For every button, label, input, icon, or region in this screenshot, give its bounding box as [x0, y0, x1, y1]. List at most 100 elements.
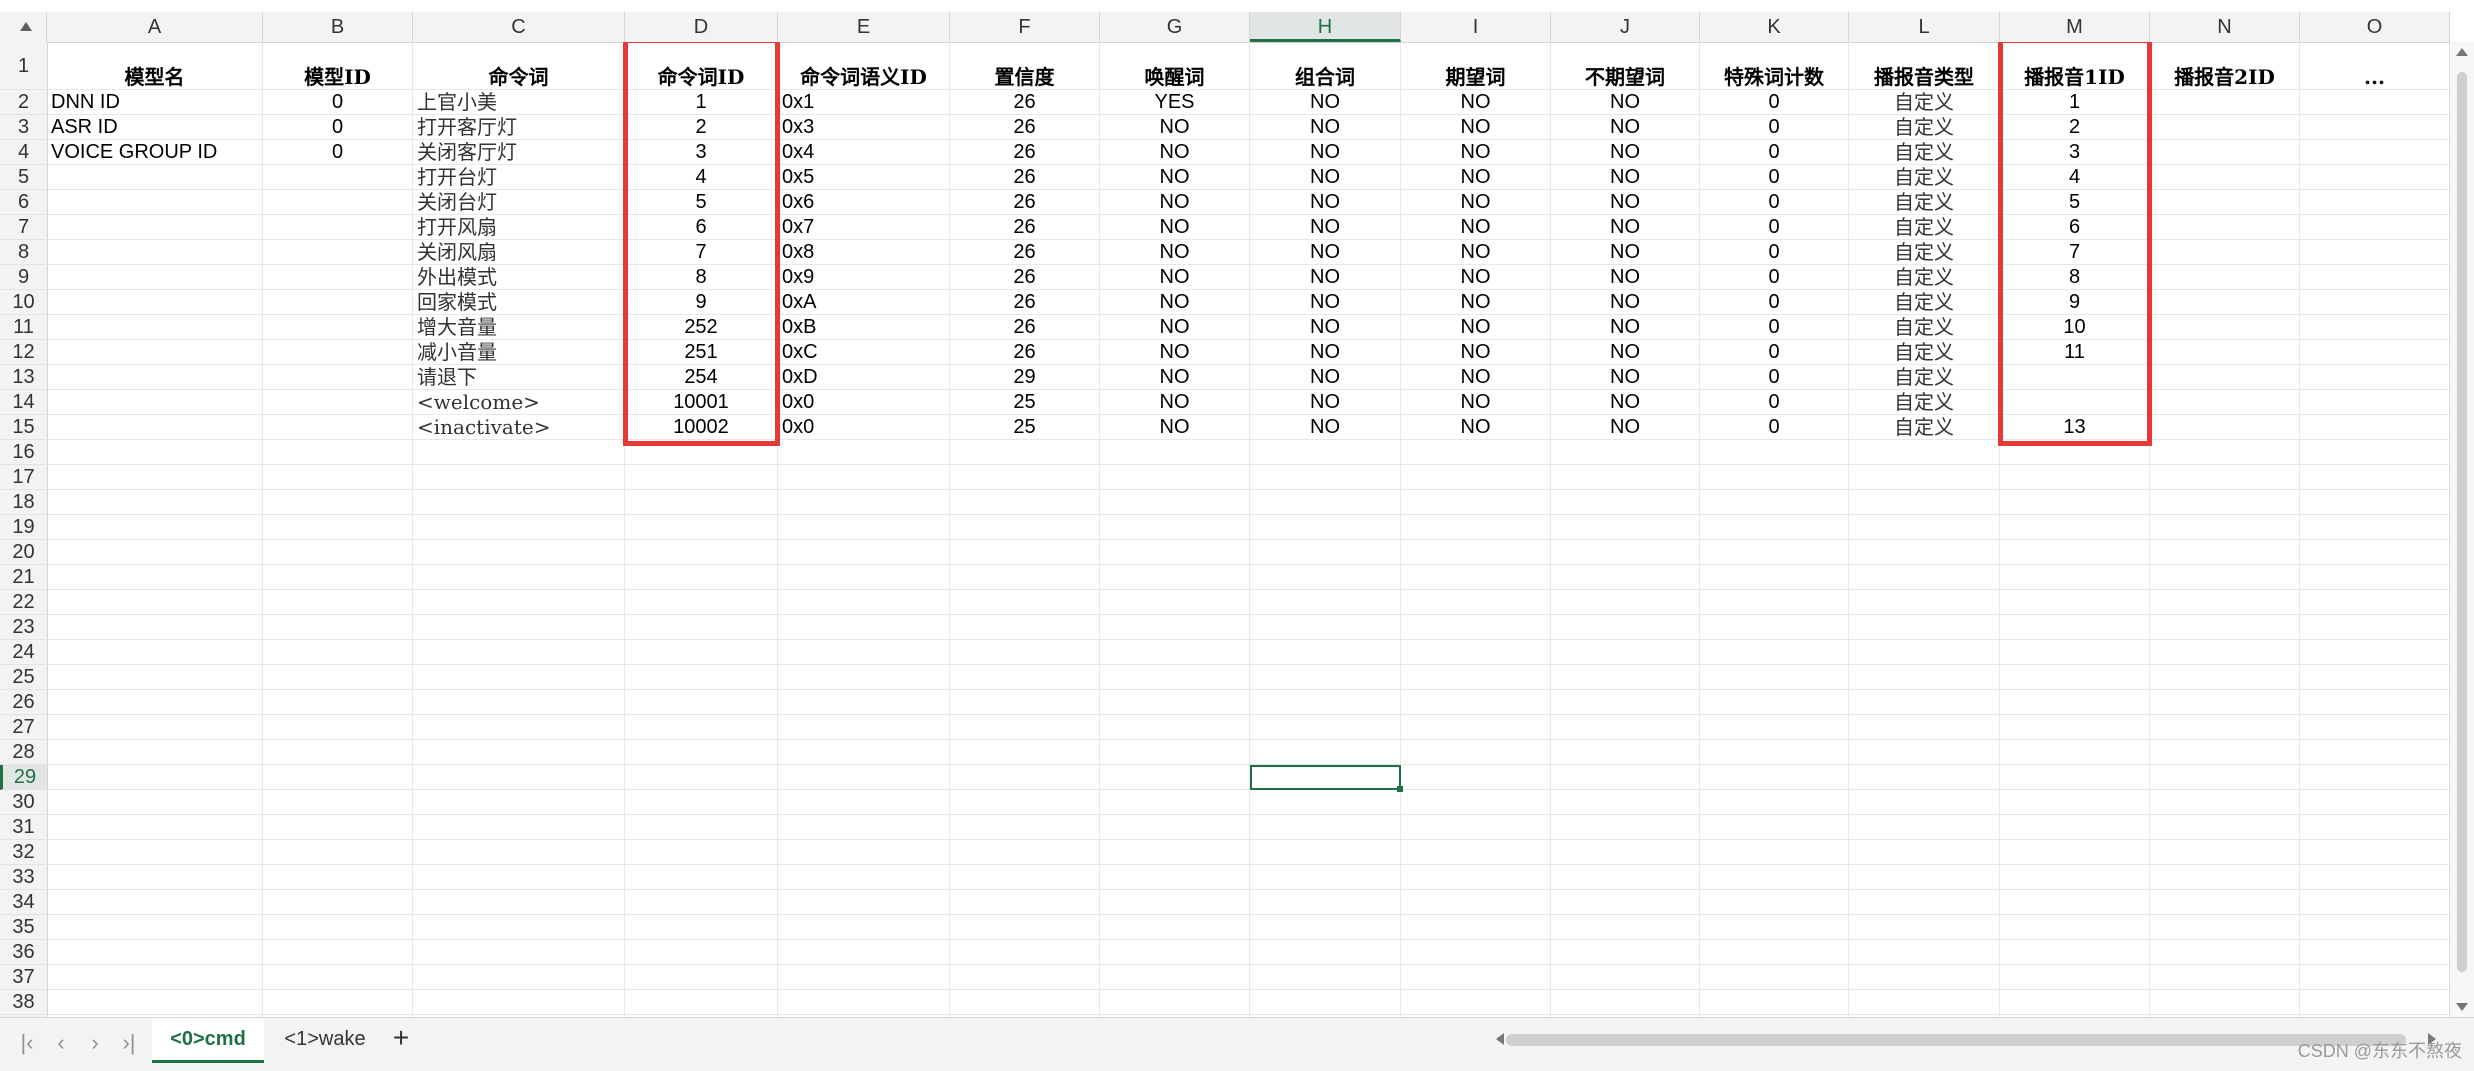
empty-cell[interactable]: [263, 665, 413, 689]
cell-i9[interactable]: NO: [1401, 265, 1551, 289]
empty-cell[interactable]: [2150, 615, 2300, 639]
column-header-l[interactable]: L: [1849, 12, 2000, 42]
empty-cell[interactable]: [778, 990, 950, 1014]
empty-cell[interactable]: [1401, 490, 1551, 514]
empty-cell[interactable]: [1250, 815, 1401, 839]
cell-b14[interactable]: [263, 390, 413, 414]
cell-j14[interactable]: NO: [1551, 390, 1700, 414]
empty-cell[interactable]: [1100, 990, 1250, 1014]
cell-o14[interactable]: [2300, 390, 2450, 414]
empty-cell[interactable]: [47, 765, 263, 789]
cell-m5[interactable]: 4: [2000, 165, 2150, 189]
empty-cell[interactable]: [263, 490, 413, 514]
cell-j7[interactable]: NO: [1551, 215, 1700, 239]
scroll-up-icon[interactable]: [2456, 48, 2468, 56]
cell-g7[interactable]: NO: [1100, 215, 1250, 239]
empty-cell[interactable]: [1551, 565, 1700, 589]
empty-cell[interactable]: [413, 990, 625, 1014]
empty-cell[interactable]: [950, 740, 1100, 764]
empty-cell[interactable]: [2300, 490, 2450, 514]
cell-a12[interactable]: [47, 340, 263, 364]
header-cell-k[interactable]: 特殊词计数: [1700, 42, 1849, 89]
cell-c10[interactable]: 回家模式: [413, 290, 625, 314]
cell-a14[interactable]: [47, 390, 263, 414]
cell-l12[interactable]: 自定义: [1849, 340, 2000, 364]
empty-cell[interactable]: [2150, 815, 2300, 839]
empty-cell[interactable]: [413, 540, 625, 564]
empty-cell[interactable]: [778, 490, 950, 514]
column-header-j[interactable]: J: [1551, 12, 1700, 42]
empty-cell[interactable]: [1100, 740, 1250, 764]
cell-l13[interactable]: 自定义: [1849, 365, 2000, 389]
row-header-19[interactable]: 19: [0, 515, 47, 540]
empty-cell[interactable]: [1401, 940, 1551, 964]
cell-g2[interactable]: YES: [1100, 90, 1250, 114]
cell-b13[interactable]: [263, 365, 413, 389]
empty-cell[interactable]: [1250, 840, 1401, 864]
empty-cell[interactable]: [2300, 840, 2450, 864]
cell-i11[interactable]: NO: [1401, 315, 1551, 339]
row-header-7[interactable]: 7: [0, 215, 47, 240]
empty-cell[interactable]: [1849, 565, 2000, 589]
empty-cell[interactable]: [1250, 915, 1401, 939]
empty-cell[interactable]: [2150, 465, 2300, 489]
empty-cell[interactable]: [2000, 640, 2150, 664]
column-header-m[interactable]: M: [2000, 12, 2150, 42]
cell-a4[interactable]: VOICE GROUP ID: [47, 140, 263, 164]
empty-cell[interactable]: [1401, 965, 1551, 989]
empty-cell[interactable]: [950, 640, 1100, 664]
vertical-scrollbar[interactable]: [2449, 42, 2474, 1017]
empty-cell[interactable]: [1700, 740, 1849, 764]
cell-m8[interactable]: 7: [2000, 240, 2150, 264]
empty-cell[interactable]: [47, 790, 263, 814]
empty-cell[interactable]: [263, 715, 413, 739]
empty-cell[interactable]: [47, 515, 263, 539]
empty-cell[interactable]: [1100, 940, 1250, 964]
cell-i14[interactable]: NO: [1401, 390, 1551, 414]
cell-n11[interactable]: [2150, 315, 2300, 339]
cell-d13[interactable]: 254: [625, 365, 778, 389]
empty-cell[interactable]: [625, 865, 778, 889]
cell-n14[interactable]: [2150, 390, 2300, 414]
cell-g14[interactable]: NO: [1100, 390, 1250, 414]
empty-cell[interactable]: [1551, 640, 1700, 664]
row-header-17[interactable]: 17: [0, 465, 47, 490]
empty-cell[interactable]: [2000, 740, 2150, 764]
empty-cell[interactable]: [2300, 915, 2450, 939]
row-header-27[interactable]: 27: [0, 715, 47, 740]
empty-cell[interactable]: [778, 715, 950, 739]
cell-g4[interactable]: NO: [1100, 140, 1250, 164]
cell-o9[interactable]: [2300, 265, 2450, 289]
cell-k6[interactable]: 0: [1700, 190, 1849, 214]
cell-l9[interactable]: 自定义: [1849, 265, 2000, 289]
empty-cell[interactable]: [1401, 815, 1551, 839]
cell-b9[interactable]: [263, 265, 413, 289]
cell-e15[interactable]: 0x0: [778, 415, 950, 439]
empty-cell[interactable]: [1551, 740, 1700, 764]
cell-f8[interactable]: 26: [950, 240, 1100, 264]
empty-cell[interactable]: [263, 965, 413, 989]
empty-cell[interactable]: [263, 740, 413, 764]
empty-cell[interactable]: [2000, 840, 2150, 864]
header-cell-j[interactable]: 不期望词: [1551, 42, 1700, 89]
selected-cell-h29[interactable]: [1250, 765, 1403, 792]
cell-k5[interactable]: 0: [1700, 165, 1849, 189]
empty-cell[interactable]: [1100, 465, 1250, 489]
cell-g6[interactable]: NO: [1100, 190, 1250, 214]
row-header-23[interactable]: 23: [0, 615, 47, 640]
cell-a10[interactable]: [47, 290, 263, 314]
empty-cell[interactable]: [1250, 790, 1401, 814]
empty-cell[interactable]: [2000, 965, 2150, 989]
empty-cell[interactable]: [413, 515, 625, 539]
empty-cell[interactable]: [2000, 790, 2150, 814]
sheet-tab-cmd[interactable]: <0>cmd: [152, 1018, 264, 1063]
cell-b5[interactable]: [263, 165, 413, 189]
empty-cell[interactable]: [1100, 690, 1250, 714]
empty-cell[interactable]: [1551, 490, 1700, 514]
empty-cell[interactable]: [2000, 915, 2150, 939]
empty-cell[interactable]: [625, 940, 778, 964]
empty-cell[interactable]: [47, 890, 263, 914]
empty-cell[interactable]: [2150, 515, 2300, 539]
empty-cell[interactable]: [47, 540, 263, 564]
cell-l3[interactable]: 自定义: [1849, 115, 2000, 139]
